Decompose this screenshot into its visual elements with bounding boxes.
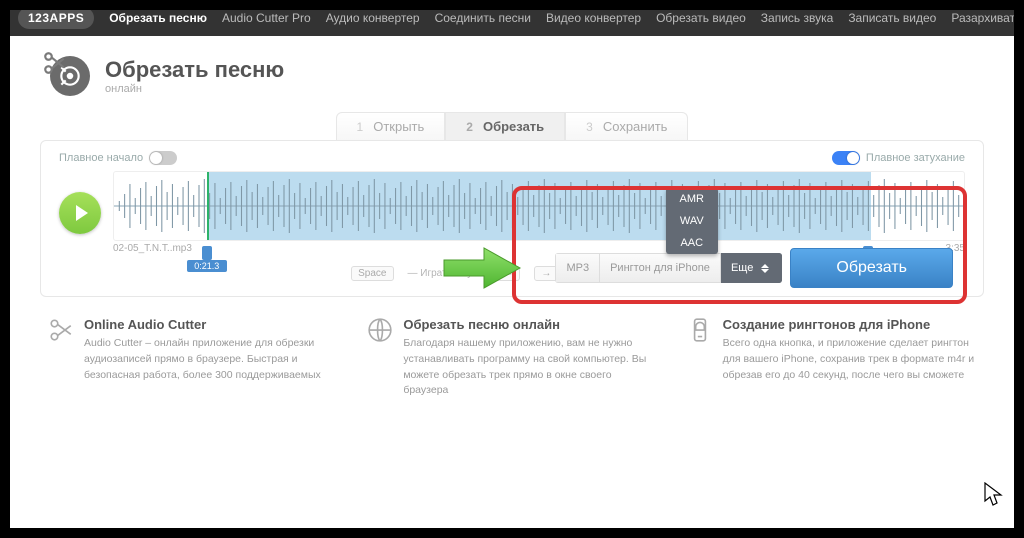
feat3-title: Создание рингтонов для iPhone (723, 317, 976, 332)
fadein-toggle[interactable] (149, 151, 177, 165)
step-save[interactable]: 3Сохранить (565, 112, 688, 140)
stepper: 1Открыть 2Обрезать 3Сохранить (0, 112, 1024, 140)
scissors-record-icon (50, 56, 90, 96)
step-open[interactable]: 1Открыть (336, 112, 446, 140)
bell-phone-icon (687, 317, 713, 343)
waveform-graphic (114, 172, 964, 240)
nav-item-record-sound[interactable]: Запись звука (761, 11, 834, 25)
page-subtitle: онлайн (105, 83, 284, 95)
nav-item-cut-song[interactable]: Обрезать песню (109, 11, 207, 25)
feature-online: Обрезать песню онлайн Благодаря нашему п… (367, 317, 656, 399)
step-cut[interactable]: 2Обрезать (445, 112, 565, 140)
brand-pill[interactable]: 123APPS (18, 7, 94, 29)
fmt-option-wav[interactable]: WAV (666, 210, 718, 232)
fmt-option-aac[interactable]: AAC (666, 232, 718, 254)
scissors-icon (48, 317, 74, 343)
sort-icon (761, 264, 771, 273)
play-icon (76, 205, 88, 221)
feat2-title: Обрезать песню онлайн (403, 317, 656, 332)
fmt-option-amr[interactable]: AMR (666, 188, 718, 210)
nav-item-unzip[interactable]: Разархиватор (951, 11, 1024, 25)
features: Online Audio Cutter Audio Cutter – онлай… (0, 297, 1024, 419)
start-time-bottom-tag: 0:21.3 (187, 260, 227, 272)
format-dropup: AMR WAV AAC (666, 188, 718, 254)
control-row: MP3 Рингтон для iPhone Еще Обрезать (555, 248, 953, 288)
fadeout-label: Плавное затухание (866, 152, 965, 164)
waveform[interactable]: 0:21.3 (113, 171, 965, 241)
feature-cutter: Online Audio Cutter Audio Cutter – онлай… (48, 317, 337, 399)
feat1-title: Online Audio Cutter (84, 317, 337, 332)
nav-item-cut-video[interactable]: Обрезать видео (656, 11, 746, 25)
play-button[interactable] (59, 192, 101, 234)
feat1-desc: Audio Cutter – онлайн приложение для обр… (84, 336, 337, 383)
topbar: 123APPS Обрезать песню Audio Cutter Pro … (0, 0, 1024, 36)
nav-item-video-converter[interactable]: Видео конвертер (546, 11, 641, 25)
nav-item-audio-cutter-pro[interactable]: Audio Cutter Pro (222, 11, 311, 25)
feat3-desc: Всего одна кнопка, и приложение сделает … (723, 336, 976, 383)
nav-item-join-songs[interactable]: Соединить песни (435, 11, 531, 25)
format-ringtone[interactable]: Рингтон для iPhone (600, 253, 721, 283)
hint-play: — Играть/Пауза (408, 268, 483, 279)
start-handle-top[interactable]: 0:21.3 (188, 171, 228, 241)
kbd-space: Space (351, 266, 393, 281)
format-more[interactable]: Еще (721, 253, 782, 283)
globe-icon (367, 317, 393, 343)
fadein-label: Плавное начало (59, 152, 143, 164)
format-mp3[interactable]: MP3 (555, 253, 600, 283)
page-header: Обрезать песню онлайн (0, 36, 1024, 106)
file-name: 02-05_T.N.T..mp3 (113, 243, 192, 254)
kbd-left: ← (496, 266, 520, 281)
editor-card: Плавное начало Плавное затухание (40, 140, 984, 297)
cut-button[interactable]: Обрезать (790, 248, 953, 288)
nav-item-record-video[interactable]: Записать видео (848, 11, 936, 25)
nav-item-audio-converter[interactable]: Аудио конвертер (326, 11, 420, 25)
feat2-desc: Благодаря нашему приложению, вам не нужн… (403, 336, 656, 399)
format-segment: MP3 Рингтон для iPhone Еще (555, 253, 782, 283)
feature-ringtone: Создание рингтонов для iPhone Всего одна… (687, 317, 976, 399)
page-title: Обрезать песню (105, 57, 284, 83)
mouse-cursor-icon (984, 482, 1004, 508)
fadeout-toggle[interactable] (832, 151, 860, 165)
